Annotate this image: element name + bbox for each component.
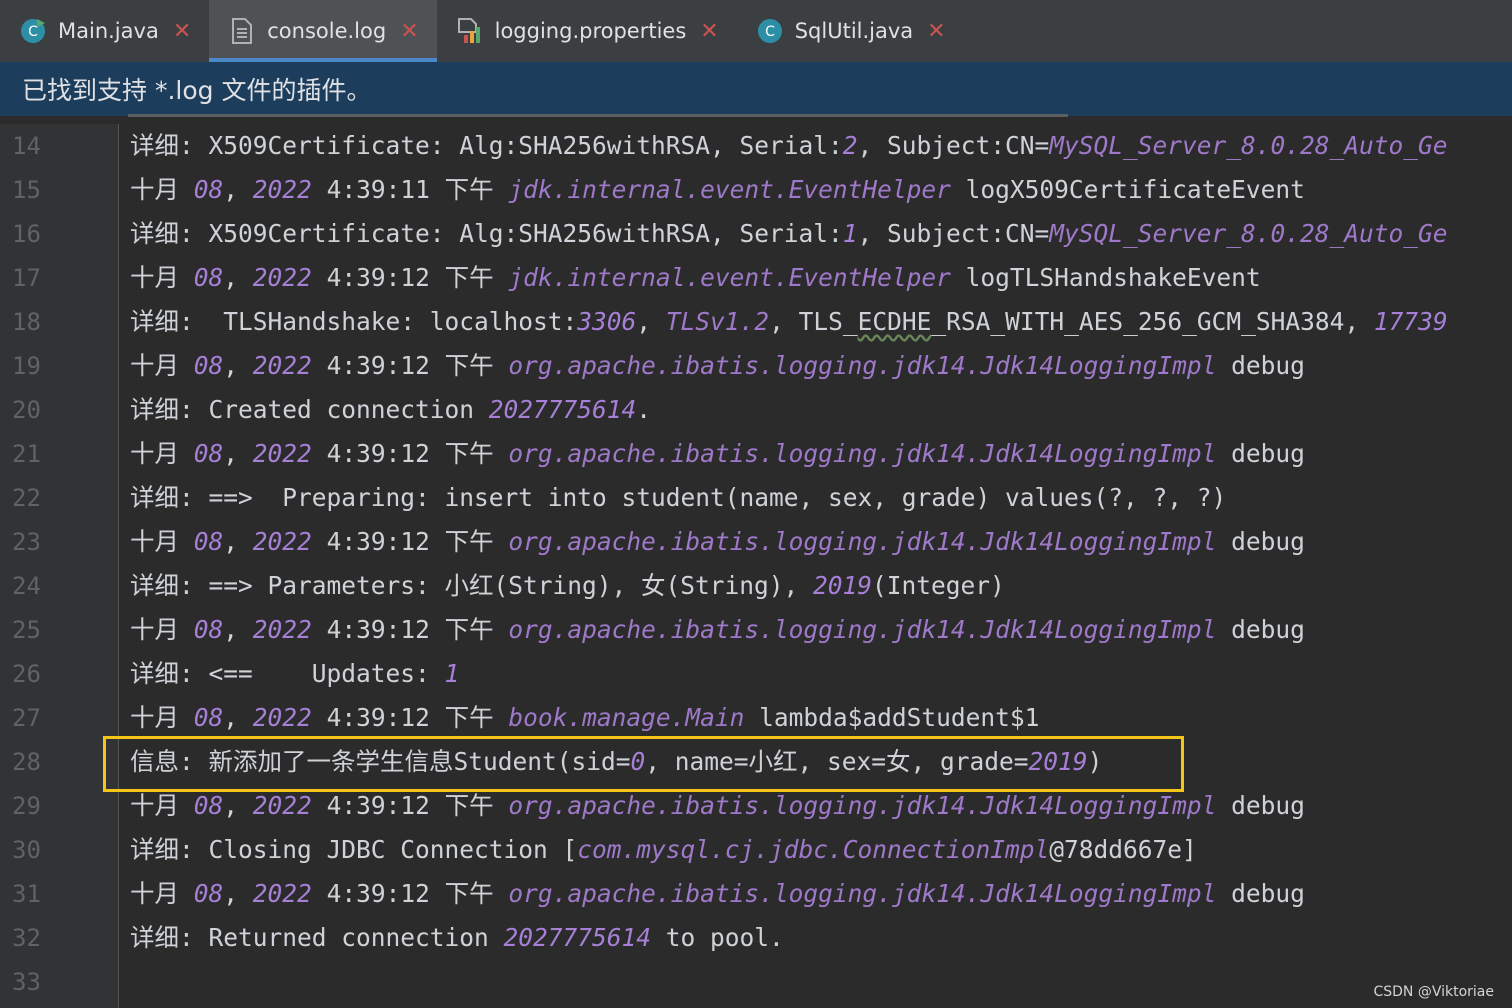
- log-line[interactable]: 24 详细: ==> Parameters: 小红(String), 女(Stri…: [0, 564, 1512, 608]
- log-line[interactable]: 32 详细: Returned connection 2027775614 to …: [0, 916, 1512, 960]
- log-line[interactable]: 31 十月 08, 2022 4:39:12 下午 org.apache.ibat…: [0, 872, 1512, 916]
- tab-main-java[interactable]: C Main.java ✕: [0, 0, 209, 62]
- line-number: 14: [12, 132, 41, 160]
- plugin-suggestion-banner[interactable]: 已找到支持 *.log 文件的插件。: [0, 62, 1512, 116]
- banner-text: 已找到支持 *.log 文件的插件。: [22, 76, 372, 105]
- log-text: 详细: X509Certificate: Alg:SHA256withRSA, …: [130, 219, 1448, 248]
- log-text: 十月 08, 2022 4:39:11 下午 jdk.internal.even…: [130, 175, 1305, 204]
- log-line[interactable]: 30 详细: Closing JDBC Connection [com.mysql…: [0, 828, 1512, 872]
- log-text: 详细: Created connection 2027775614.: [130, 395, 652, 424]
- log-text: 详细: ==> Parameters: 小红(String), 女(String…: [130, 571, 1005, 600]
- log-line[interactable]: 22 详细: ==> Preparing: insert into student…: [0, 476, 1512, 520]
- line-number: 29: [12, 792, 41, 820]
- log-line[interactable]: 14 详细: X509Certificate: Alg:SHA256withRSA…: [0, 124, 1512, 168]
- java-class-run-icon: C: [18, 16, 48, 46]
- line-number: 32: [12, 924, 41, 952]
- log-line[interactable]: 20 详细: Created connection 2027775614.: [0, 388, 1512, 432]
- log-text: 详细: Returned connection 2027775614 to po…: [130, 923, 784, 952]
- log-text: 详细: Closing JDBC Connection [com.mysql.c…: [130, 835, 1197, 864]
- line-number: 33: [12, 968, 41, 996]
- line-number: 24: [12, 572, 41, 600]
- tab-sqlutil-java[interactable]: C SqlUtil.java ✕: [737, 0, 964, 62]
- log-text: 十月 08, 2022 4:39:12 下午 jdk.internal.even…: [130, 263, 1261, 292]
- log-text: 十月 08, 2022 4:39:12 下午 book.manage.Main …: [130, 703, 1040, 732]
- java-class-icon: C: [755, 16, 785, 46]
- log-text: 十月 08, 2022 4:39:12 下午 org.apache.ibatis…: [130, 439, 1305, 468]
- svg-text:C: C: [28, 24, 38, 40]
- line-number: 28: [12, 748, 41, 776]
- log-line[interactable]: 15 十月 08, 2022 4:39:11 下午 jdk.internal.ev…: [0, 168, 1512, 212]
- tab-label: logging.properties: [494, 19, 687, 43]
- line-number: 18: [12, 308, 41, 336]
- tab-logging-properties[interactable]: logging.properties ✕: [437, 0, 737, 62]
- line-number: 31: [12, 880, 41, 908]
- log-line[interactable]: 26 详细: <== Updates: 1: [0, 652, 1512, 696]
- log-text: 详细: ==> Preparing: insert into student(n…: [130, 483, 1227, 512]
- line-number: 25: [12, 616, 41, 644]
- text-file-icon: [227, 16, 257, 46]
- close-icon[interactable]: ✕: [400, 19, 418, 44]
- log-line[interactable]: 16 详细: X509Certificate: Alg:SHA256withRSA…: [0, 212, 1512, 256]
- log-editor[interactable]: 14 详细: X509Certificate: Alg:SHA256withRSA…: [0, 124, 1512, 1008]
- log-text: 详细: <== Updates: 1: [130, 659, 460, 688]
- tab-console-log[interactable]: console.log ✕: [209, 0, 437, 62]
- log-line[interactable]: 25 十月 08, 2022 4:39:12 下午 org.apache.ibat…: [0, 608, 1512, 652]
- line-number: 30: [12, 836, 41, 864]
- line-number: 19: [12, 352, 41, 380]
- log-text: 详细: X509Certificate: Alg:SHA256withRSA, …: [130, 131, 1448, 160]
- line-number: 15: [12, 176, 41, 204]
- editor-tab-bar: C Main.java ✕ console.log ✕ logging.prop…: [0, 0, 1512, 63]
- line-number: 27: [12, 704, 41, 732]
- watermark: CSDN @Viktoriae: [1373, 984, 1494, 1000]
- log-text: 十月 08, 2022 4:39:12 下午 org.apache.ibatis…: [130, 615, 1305, 644]
- log-line[interactable]: 17 十月 08, 2022 4:39:12 下午 jdk.internal.ev…: [0, 256, 1512, 300]
- tab-label: SqlUtil.java: [794, 19, 914, 43]
- log-line[interactable]: 33: [0, 960, 1512, 1004]
- line-number: 21: [12, 440, 41, 468]
- svg-text:C: C: [765, 24, 775, 40]
- properties-file-icon: [455, 16, 485, 46]
- tab-label: console.log: [267, 19, 387, 43]
- log-text: 十月 08, 2022 4:39:12 下午 org.apache.ibatis…: [130, 351, 1305, 380]
- tab-label: Main.java: [58, 19, 159, 43]
- log-line[interactable]: 27 十月 08, 2022 4:39:12 下午 book.manage.Mai…: [0, 696, 1512, 740]
- line-number: 20: [12, 396, 41, 424]
- line-number: 26: [12, 660, 41, 688]
- highlight-box: [103, 736, 1184, 792]
- line-number: 23: [12, 528, 41, 556]
- line-number: 17: [12, 264, 41, 292]
- log-line[interactable]: 19 十月 08, 2022 4:39:12 下午 org.apache.ibat…: [0, 344, 1512, 388]
- line-number: 22: [12, 484, 41, 512]
- log-text: 详细: TLSHandshake: localhost:3306, TLSv1.…: [130, 307, 1448, 336]
- close-icon[interactable]: ✕: [927, 19, 945, 44]
- log-line[interactable]: 23 十月 08, 2022 4:39:12 下午 org.apache.ibat…: [0, 520, 1512, 564]
- close-icon[interactable]: ✕: [173, 19, 191, 44]
- line-number: 16: [12, 220, 41, 248]
- log-text: 十月 08, 2022 4:39:12 下午 org.apache.ibatis…: [130, 527, 1305, 556]
- log-text: 十月 08, 2022 4:39:12 下午 org.apache.ibatis…: [130, 879, 1305, 908]
- log-line[interactable]: 21 十月 08, 2022 4:39:12 下午 org.apache.ibat…: [0, 432, 1512, 476]
- close-icon[interactable]: ✕: [700, 19, 718, 44]
- partially-hidden-line: [128, 110, 1128, 118]
- log-line[interactable]: 18 详细: TLSHandshake: localhost:3306, TLSv…: [0, 300, 1512, 344]
